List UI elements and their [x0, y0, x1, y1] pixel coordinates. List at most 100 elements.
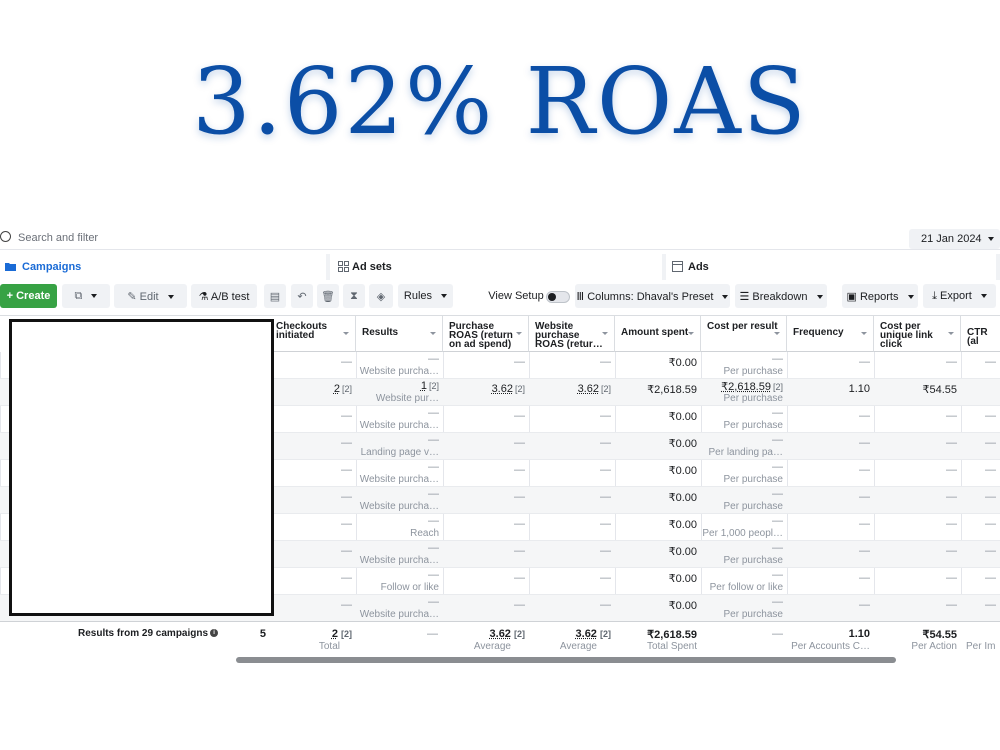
cell-result-sub: Website purcha…	[359, 555, 439, 566]
column-header-website-roas[interactable]: Website purchase ROAS (retur…	[529, 316, 615, 352]
cell-cpl: —	[874, 437, 957, 449]
cell-result-sub: Website purcha…	[359, 609, 439, 620]
tag-button[interactable]: ◈	[369, 284, 393, 308]
column-header-amount-spent[interactable]: Amount spent	[615, 316, 701, 352]
column-header-results[interactable]: Results	[356, 316, 443, 352]
cell-ctr-value: —	[985, 356, 996, 368]
cell-cpr-value: ₹2,618.59	[721, 381, 771, 393]
cell-cpl: —	[874, 410, 957, 422]
delete-button[interactable]: 🗑	[317, 284, 339, 308]
cell-cpr-value: —	[772, 434, 783, 446]
cell-cpl-value: —	[946, 599, 957, 611]
cell-ctr: —	[961, 518, 996, 530]
cell-ctr-value: —	[985, 464, 996, 476]
ad-icon	[672, 261, 683, 272]
create-button[interactable]: + Create	[0, 284, 57, 308]
cell-checkouts: —	[270, 572, 352, 584]
cell-cpl: —	[874, 356, 957, 368]
cell-w_roas-value: —	[600, 437, 611, 449]
column-header-checkouts[interactable]: Checkouts initiated	[270, 316, 356, 352]
cell-ctr: —	[961, 599, 996, 611]
cell-result: —	[356, 461, 439, 473]
cell-p_roas-bracket: [2]	[514, 384, 525, 394]
cell-cpr: —	[701, 596, 783, 608]
columns-button[interactable]: Ⅲ Columns: Dhaval's Preset	[575, 284, 730, 308]
cell-spent-value: ₹0.00	[668, 519, 697, 531]
grid-icon	[338, 261, 349, 272]
cell-checkouts-value: —	[341, 464, 352, 476]
cell-cpr-value: —	[772, 461, 783, 473]
cell-ctr-value: —	[985, 572, 996, 584]
reports-label: Reports	[859, 291, 899, 303]
cell-cpr: —	[701, 515, 783, 527]
column-header-ctr[interactable]: CTR (al	[961, 316, 1000, 352]
tab-ad-sets[interactable]: Ad sets	[330, 254, 662, 280]
cell-cpr-sub: Per landing pa…	[708, 447, 784, 458]
cell-p_roas-value: —	[514, 518, 525, 530]
cell-ctr: —	[961, 410, 996, 422]
tab-ad-sets-label: Ad sets	[352, 261, 392, 273]
cell-spent: ₹0.00	[615, 518, 697, 531]
cell-checkouts: —	[270, 518, 352, 530]
column-header-cost-per-link-click[interactable]: Cost per unique link click	[874, 316, 961, 352]
totals-purchase-roas: 3.62 [2]	[443, 628, 525, 640]
totals-website-roas-value: 3.62	[575, 628, 597, 640]
tab-campaigns[interactable]: Campaigns	[0, 254, 326, 280]
cell-p_roas: 3.62 [2]	[443, 383, 525, 395]
cell-checkouts: 2 [2]	[270, 383, 352, 395]
undo-button[interactable]: ↶	[291, 284, 313, 308]
search-bar[interactable]: Search and filter 21 Jan 2024	[0, 226, 1000, 250]
cell-ctr: —	[961, 545, 996, 557]
date-picker[interactable]: 21 Jan 2024	[909, 229, 1000, 249]
info-icon: i	[210, 629, 219, 638]
cell-ctr: —	[961, 491, 996, 503]
cell-freq-value: —	[859, 356, 870, 368]
edit-button[interactable]: ✎ Edit	[114, 284, 187, 308]
cell-w_roas: —	[529, 464, 611, 476]
column-header-cost-per-result[interactable]: Cost per result	[701, 316, 787, 352]
cell-cpr: —	[701, 434, 783, 446]
search-input[interactable]: Search and filter	[18, 232, 98, 244]
cell-freq-value: —	[859, 464, 870, 476]
cell-cpl: —	[874, 491, 957, 503]
cell-result-value: —	[428, 515, 439, 527]
tab-ads[interactable]: Ads	[666, 254, 996, 280]
cell-spent-value: ₹0.00	[668, 465, 697, 477]
totals-cost-per-link: ₹54.55	[922, 629, 957, 641]
ab-test-label: A/B test	[210, 291, 250, 303]
column-header-purchase-roas[interactable]: Purchase ROAS (return on ad spend)	[443, 316, 529, 352]
rules-button[interactable]: Rules	[398, 284, 453, 308]
cell-p_roas-value: —	[514, 545, 525, 557]
ab-test-button[interactable]: ⚗ A/B test	[191, 284, 257, 308]
cell-spent-value: ₹0.00	[668, 411, 697, 423]
cell-result-sub: Reach	[410, 528, 439, 539]
tab-campaigns-label: Campaigns	[22, 261, 82, 273]
archive-button[interactable]: ▤	[264, 284, 286, 308]
cell-cpr-value: —	[772, 488, 783, 500]
reports-button[interactable]: ▣ Reports	[842, 284, 918, 308]
column-header-frequency[interactable]: Frequency	[787, 316, 874, 352]
preview-button[interactable]: ⧗	[343, 284, 365, 308]
totals-frequency-sub: Per Accounts C…	[791, 641, 870, 652]
duplicate-button[interactable]: ⧉	[62, 284, 110, 308]
cell-ctr-value: —	[985, 410, 996, 422]
cell-w_roas: —	[529, 356, 611, 368]
cell-spent: ₹0.00	[615, 599, 697, 612]
export-button[interactable]: ⤓ Export	[923, 284, 996, 308]
totals-purchase-roas-value: 3.62	[489, 628, 511, 640]
horizontal-scrollbar[interactable]	[236, 657, 896, 663]
view-setup-toggle[interactable]	[546, 291, 570, 303]
cell-cpl-value: —	[946, 545, 957, 557]
chevron-down-icon	[816, 295, 823, 300]
cell-result-value: —	[428, 353, 439, 365]
cell-w_roas: —	[529, 437, 611, 449]
cell-w_roas-value: —	[600, 572, 611, 584]
cell-spent: ₹0.00	[615, 572, 697, 585]
cell-result-bracket: [2]	[428, 381, 439, 391]
totals-checkouts-value: 2	[331, 628, 338, 640]
cell-result: —	[356, 407, 439, 419]
cell-spent: ₹2,618.59	[615, 383, 697, 396]
cell-cpl: —	[874, 464, 957, 476]
totals-purchase-roas-bracket: [2]	[514, 629, 525, 639]
breakdown-button[interactable]: ☰ Breakdown	[735, 284, 827, 308]
